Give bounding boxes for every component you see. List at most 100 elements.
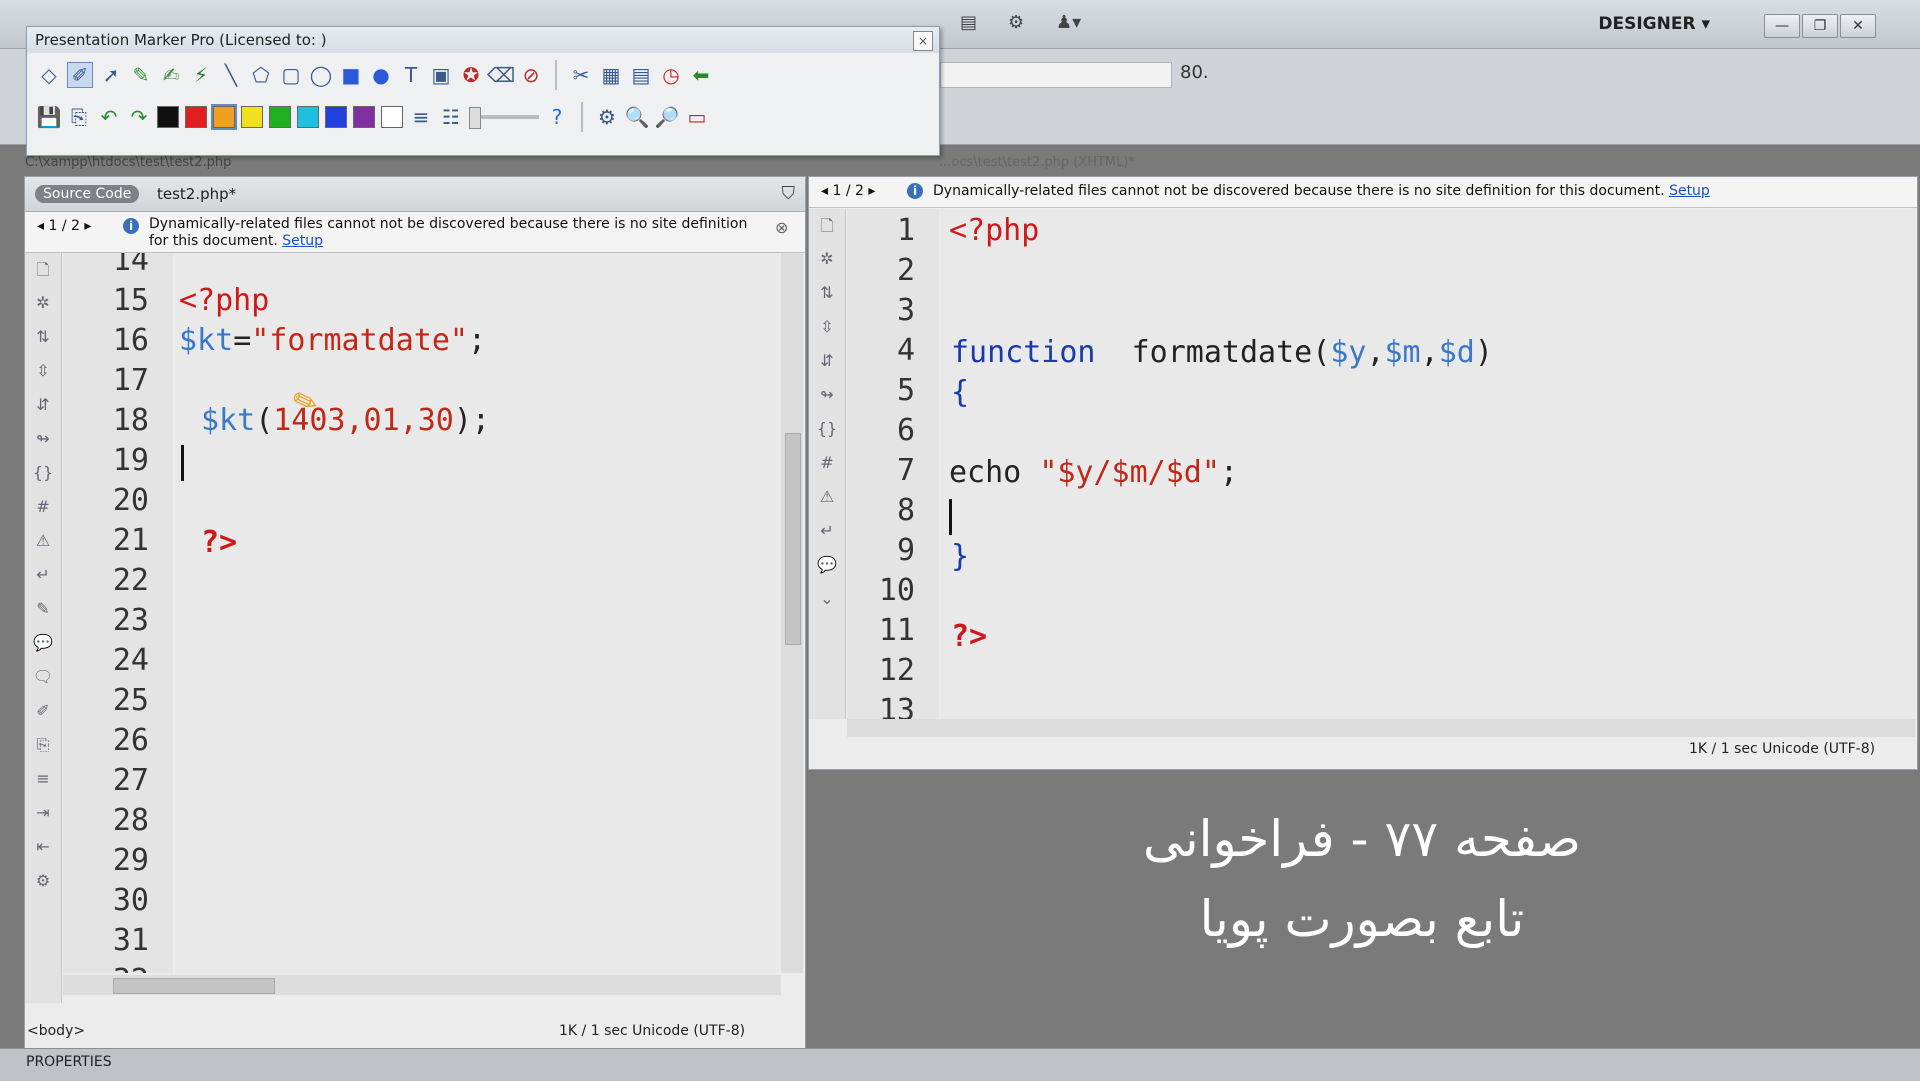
pen-active-icon[interactable]: ✐ bbox=[67, 62, 93, 88]
line-style-icon[interactable]: ☷ bbox=[439, 105, 463, 129]
board-icon[interactable]: ▤ bbox=[629, 63, 653, 87]
layout-icon[interactable]: ▤ bbox=[960, 12, 977, 33]
scroll-thumb[interactable] bbox=[785, 433, 801, 645]
pmp-close-button[interactable]: × bbox=[913, 31, 933, 51]
recent-snippets-icon[interactable]: ⎘ bbox=[29, 735, 57, 757]
collapse-tag-icon[interactable]: ⇅ bbox=[29, 327, 57, 349]
source-code-button[interactable]: Source Code bbox=[35, 185, 140, 203]
gear-icon[interactable]: ⚙ bbox=[1008, 12, 1024, 33]
collapse-selection-icon[interactable]: ⇳ bbox=[813, 317, 841, 339]
eraser-icon[interactable]: ◇ bbox=[37, 63, 61, 87]
color-swatch[interactable] bbox=[325, 106, 347, 128]
ellipse-icon[interactable]: ◯ bbox=[309, 63, 333, 87]
word-wrap-icon[interactable]: ↵ bbox=[29, 565, 57, 587]
tag-selector[interactable]: <body> bbox=[27, 1023, 85, 1039]
zoom-dropdown-icon[interactable]: 🔎 bbox=[655, 105, 680, 129]
address-field[interactable] bbox=[940, 62, 1172, 88]
polygon-icon[interactable]: ⬠ bbox=[249, 63, 273, 87]
highlight-invalid-icon[interactable]: ⚠ bbox=[29, 531, 57, 553]
properties-label[interactable]: PROPERTIES bbox=[26, 1054, 112, 1070]
show-code-navigator-icon[interactable]: ✲ bbox=[813, 249, 841, 271]
line-numbers-icon[interactable]: # bbox=[813, 453, 841, 475]
format-source-icon[interactable]: ⚙ bbox=[29, 871, 57, 893]
collapse-tag-icon[interactable]: ⇅ bbox=[813, 283, 841, 305]
color-swatch[interactable] bbox=[353, 106, 375, 128]
color-swatch[interactable] bbox=[185, 106, 207, 128]
workspace-switcher[interactable]: DESIGNER ▾ bbox=[1598, 14, 1710, 34]
highlight-invalid-icon[interactable]: ⚠ bbox=[813, 487, 841, 509]
opacity-slider[interactable] bbox=[469, 107, 539, 129]
apply-comment-icon[interactable]: 💬 bbox=[29, 633, 57, 655]
right-code-editor[interactable]: <?php function formatdate($y,$m,$d) { ec… bbox=[941, 209, 1915, 719]
line-icon[interactable]: ╲ bbox=[219, 63, 243, 87]
open-documents-icon[interactable]: 🗋 bbox=[29, 259, 57, 281]
line-numbers-icon[interactable]: # bbox=[29, 497, 57, 519]
expand-toolbar-icon[interactable]: ⌄ bbox=[813, 589, 841, 611]
pointer-icon[interactable]: ➚ bbox=[99, 63, 123, 87]
select-parent-tag-icon[interactable]: ↬ bbox=[813, 385, 841, 407]
line-width-icon[interactable]: ≡ bbox=[409, 105, 433, 129]
highlighter-icon[interactable]: ✍ bbox=[159, 63, 183, 87]
user-icon[interactable]: ♟▾ bbox=[1056, 12, 1081, 33]
expand-all-icon[interactable]: ⇵ bbox=[29, 395, 57, 417]
undo-icon[interactable]: ↶ bbox=[97, 105, 121, 129]
file-tab[interactable]: test2.php* bbox=[157, 185, 236, 203]
zoom-icon[interactable]: 🔍 bbox=[625, 105, 650, 129]
outdent-icon[interactable]: ⇤ bbox=[29, 837, 57, 859]
left-vertical-scrollbar[interactable] bbox=[781, 253, 803, 973]
wrap-tag-icon[interactable]: ✐ bbox=[29, 701, 57, 723]
minimize-button[interactable]: — bbox=[1764, 14, 1800, 38]
filled-ellipse-icon[interactable]: ● bbox=[369, 63, 393, 87]
color-swatch[interactable] bbox=[157, 106, 179, 128]
close-button[interactable]: ✕ bbox=[1840, 14, 1876, 38]
expand-all-icon[interactable]: ⇵ bbox=[813, 351, 841, 373]
right-horizontal-scrollbar[interactable] bbox=[847, 719, 1915, 737]
screen-icon[interactable]: ▦ bbox=[599, 63, 623, 87]
color-swatch[interactable] bbox=[269, 106, 291, 128]
rectangle-icon[interactable]: ▢ bbox=[279, 63, 303, 87]
color-swatch[interactable] bbox=[241, 106, 263, 128]
move-css-icon[interactable]: ≡ bbox=[29, 769, 57, 791]
apply-comment-icon[interactable]: 💬 bbox=[813, 555, 841, 577]
remove-comment-icon[interactable]: 🗨 bbox=[29, 667, 57, 689]
hscroll-thumb[interactable] bbox=[113, 978, 275, 994]
settings-icon[interactable]: ⚙ bbox=[595, 105, 619, 129]
window-icon[interactable]: ▭ bbox=[685, 105, 709, 129]
back-arrow-icon[interactable]: ⬅ bbox=[689, 63, 713, 87]
balance-braces-icon[interactable]: {} bbox=[813, 419, 841, 441]
brush-icon[interactable]: ⚡ bbox=[189, 63, 213, 87]
export-icon[interactable]: ⎘ bbox=[67, 105, 91, 129]
left-horizontal-scrollbar[interactable] bbox=[63, 975, 781, 995]
left-info-nav[interactable]: ◂ 1 / 2 ▸ bbox=[37, 218, 91, 234]
indent-icon[interactable]: ⇥ bbox=[29, 803, 57, 825]
restore-button[interactable]: ❐ bbox=[1802, 14, 1838, 38]
timer-icon[interactable]: ◷ bbox=[659, 63, 683, 87]
close-info-icon[interactable]: ⊗ bbox=[775, 218, 788, 237]
stamp-icon[interactable]: ✪ bbox=[459, 63, 483, 87]
word-wrap-icon[interactable]: ↵ bbox=[813, 521, 841, 543]
image-icon[interactable]: ▣ bbox=[429, 63, 453, 87]
text-tool-icon[interactable]: T bbox=[399, 63, 423, 87]
left-code-editor[interactable]: <?php $kt="formatdate"; $kt(1403,01,30);… bbox=[175, 253, 780, 973]
color-swatch[interactable] bbox=[297, 106, 319, 128]
redo-icon[interactable]: ↷ bbox=[127, 105, 151, 129]
save-icon[interactable]: 💾 bbox=[37, 105, 62, 129]
collapse-selection-icon[interactable]: ⇳ bbox=[29, 361, 57, 383]
setup-link[interactable]: Setup bbox=[1669, 183, 1710, 199]
balance-braces-icon[interactable]: {} bbox=[29, 463, 57, 485]
show-code-navigator-icon[interactable]: ✲ bbox=[29, 293, 57, 315]
filled-rectangle-icon[interactable]: ■ bbox=[339, 63, 363, 87]
filter-icon[interactable]: ⛉ bbox=[782, 183, 796, 204]
help-icon[interactable]: ? bbox=[545, 105, 569, 129]
syntax-error-icon[interactable]: ✎ bbox=[29, 599, 57, 621]
color-swatch[interactable] bbox=[211, 104, 237, 130]
eraser-tool-icon[interactable]: ⌫ bbox=[487, 63, 515, 87]
attach-icon[interactable]: ✂ bbox=[569, 63, 593, 87]
open-documents-icon[interactable]: 🗋 bbox=[813, 215, 841, 237]
marker-icon[interactable]: ✎ bbox=[129, 63, 153, 87]
right-info-nav[interactable]: ◂ 1 / 2 ▸ bbox=[821, 183, 875, 199]
setup-link[interactable]: Setup bbox=[282, 233, 323, 249]
color-swatch[interactable] bbox=[381, 106, 403, 128]
clear-icon[interactable]: ⊘ bbox=[519, 63, 543, 87]
select-parent-tag-icon[interactable]: ↬ bbox=[29, 429, 57, 451]
